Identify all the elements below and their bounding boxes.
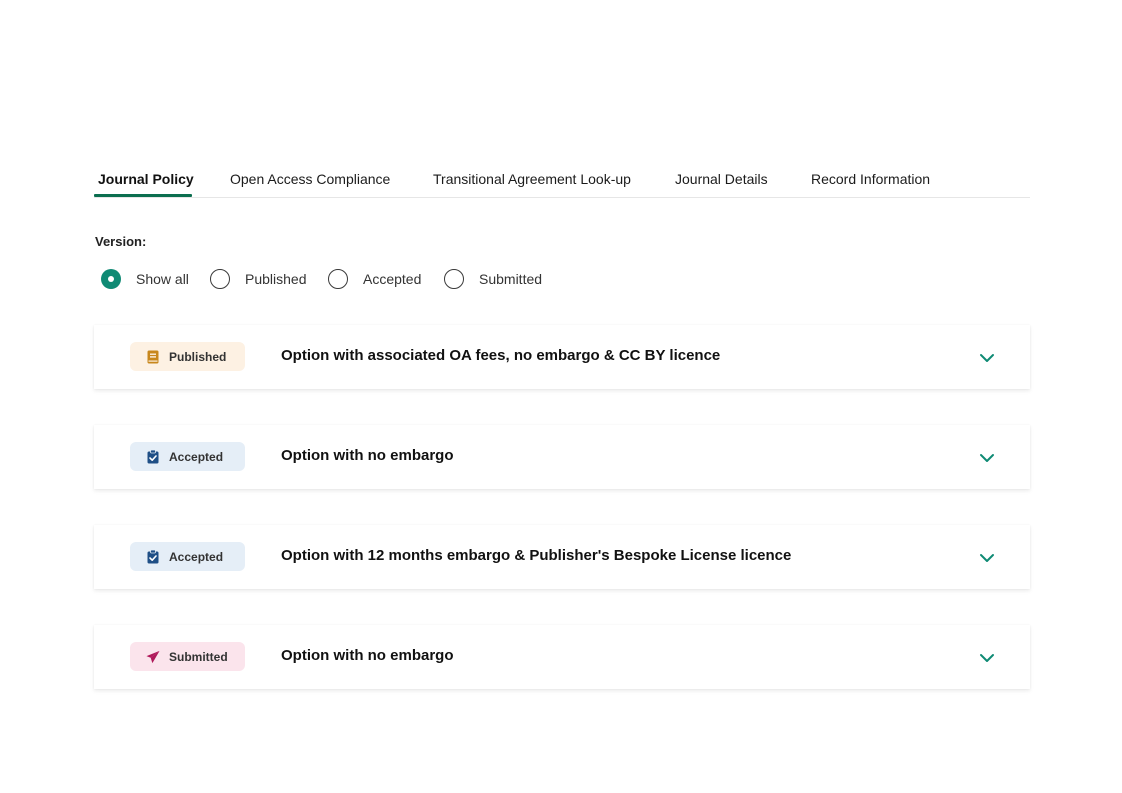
paper-plane-icon: [146, 650, 160, 664]
radio-circle[interactable]: [101, 269, 121, 289]
radio-submitted[interactable]: Submitted: [444, 268, 542, 290]
policy-option-card[interactable]: Published Option with associated OA fees…: [94, 325, 1030, 389]
tab-label: Journal Details: [675, 171, 768, 187]
badge-label: Accepted: [169, 449, 224, 464]
radio-circle[interactable]: [328, 269, 348, 289]
policy-option-title: Option with no embargo: [281, 447, 454, 464]
radio-circle[interactable]: [444, 269, 464, 289]
version-badge-published: Published: [130, 342, 245, 371]
chevron-down-icon[interactable]: [978, 349, 996, 367]
version-badge-accepted: Accepted: [130, 442, 245, 471]
policy-option-title: Option with no embargo: [281, 647, 454, 664]
radio-label: Show all: [136, 271, 189, 287]
policy-option-card[interactable]: Accepted Option with 12 months embargo &…: [94, 525, 1030, 589]
badge-label: Submitted: [169, 649, 228, 664]
policy-option-card[interactable]: Accepted Option with no embargo: [94, 425, 1030, 489]
version-label: Version:: [95, 234, 147, 249]
tab-label: Transitional Agreement Look-up: [433, 171, 631, 187]
radio-accepted[interactable]: Accepted: [328, 268, 421, 290]
tab-journal-details[interactable]: Journal Details: [675, 171, 768, 197]
chevron-down-icon[interactable]: [978, 449, 996, 467]
radio-label: Submitted: [479, 271, 543, 287]
radio-published[interactable]: Published: [210, 268, 307, 290]
version-badge-accepted: Accepted: [130, 542, 245, 571]
tab-label: Open Access Compliance: [230, 171, 391, 187]
badge-label: Accepted: [169, 549, 224, 564]
version-badge-submitted: Submitted: [130, 642, 245, 671]
tab-label: Journal Policy: [98, 171, 194, 187]
tab-transitional-agreement-look-up[interactable]: Transitional Agreement Look-up: [433, 171, 631, 197]
policy-option-title: Option with 12 months embargo & Publishe…: [281, 547, 792, 564]
policy-option-title: Option with associated OA fees, no embar…: [281, 347, 721, 364]
radio-circle[interactable]: [210, 269, 230, 289]
tab-bar: Journal Policy Open Access Compliance Tr…: [94, 162, 1030, 198]
tab-record-information[interactable]: Record Information: [811, 171, 930, 197]
chevron-down-icon[interactable]: [978, 649, 996, 667]
tab-label: Record Information: [811, 171, 931, 187]
clipboard-check-icon: [146, 449, 160, 464]
chevron-down-icon[interactable]: [978, 549, 996, 567]
page: Journal Policy Open Access Compliance Tr…: [0, 0, 1122, 793]
radio-label: Accepted: [363, 271, 422, 287]
radio-show-all[interactable]: Show all: [101, 268, 189, 290]
badge-label: Published: [169, 349, 227, 364]
active-tab-indicator: [94, 194, 192, 197]
tab-open-access-compliance[interactable]: Open Access Compliance: [230, 171, 390, 197]
book-icon: [146, 350, 160, 364]
clipboard-check-icon: [146, 549, 160, 564]
radio-label: Published: [245, 271, 307, 287]
policy-option-card[interactable]: Submitted Option with no embargo: [94, 625, 1030, 689]
